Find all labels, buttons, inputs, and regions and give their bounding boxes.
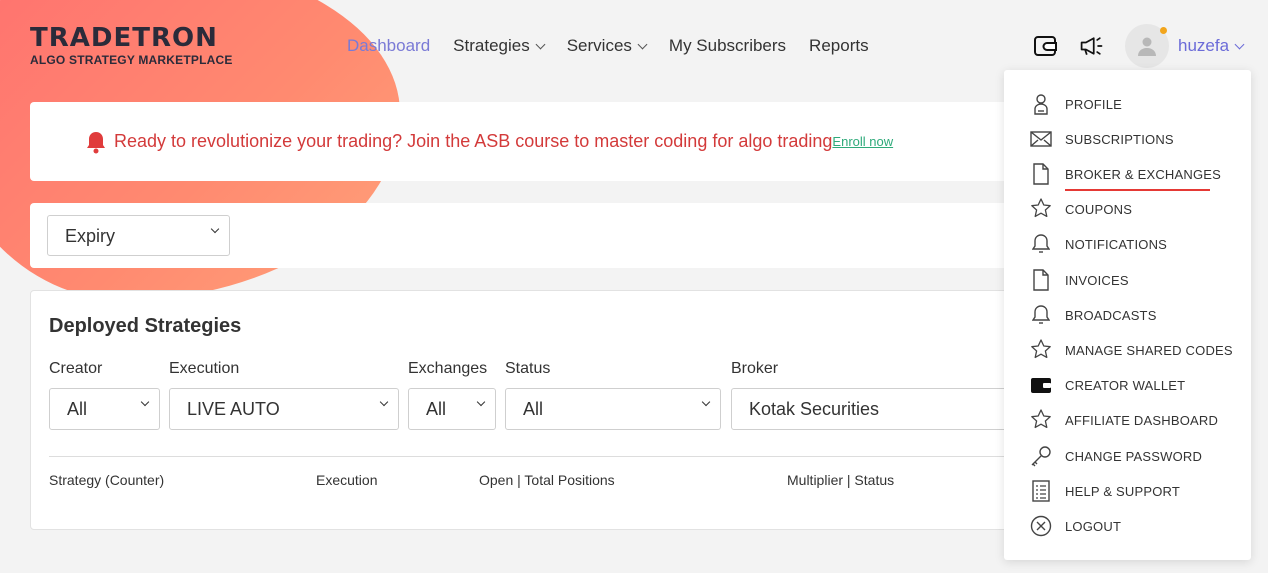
- close-circle-icon: [1030, 515, 1052, 537]
- bell-icon: [1030, 304, 1052, 326]
- execution-select-control[interactable]: LIVE AUTO: [169, 388, 399, 430]
- menu-item-label: SUBSCRIPTIONS: [1065, 131, 1174, 147]
- column-header-multiplier-status: Multiplier | Status: [787, 472, 895, 488]
- avatar[interactable]: [1125, 24, 1169, 68]
- menu-item-label: CHANGE PASSWORD: [1065, 448, 1203, 464]
- tradetron-logo[interactable]: TRADETRON ALGO STRATEGY MARKETPLACE: [30, 24, 233, 67]
- menu-item-invoices[interactable]: INVOICES: [1030, 268, 1129, 292]
- status-select[interactable]: All: [505, 388, 721, 430]
- exchanges-select-control[interactable]: All: [408, 388, 496, 430]
- divider: [49, 456, 1039, 457]
- creator-select-control[interactable]: All: [49, 388, 160, 430]
- wallet-icon: [1030, 374, 1052, 396]
- wallet-icon[interactable]: [1033, 33, 1059, 59]
- nav-dashboard-label: Dashboard: [347, 36, 431, 55]
- creator-select[interactable]: All: [49, 388, 160, 430]
- menu-item-manage-shared-codes[interactable]: MANAGE SHARED CODES: [1030, 338, 1233, 362]
- broker-select[interactable]: Kotak Securities: [731, 388, 1021, 430]
- menu-item-affiliate-dashboard[interactable]: AFFILIATE DASHBOARD: [1030, 408, 1218, 432]
- menu-item-logout[interactable]: LOGOUT: [1030, 514, 1121, 538]
- broker-select-control[interactable]: Kotak Securities: [731, 388, 1021, 430]
- logo-tagline: ALGO STRATEGY MARKETPLACE: [30, 53, 233, 67]
- menu-item-profile[interactable]: PROFILE: [1030, 92, 1122, 116]
- logo-wordmark: TRADETRON: [30, 23, 218, 53]
- key-icon: [1030, 445, 1052, 467]
- expiry-select-control[interactable]: Expiry: [47, 215, 230, 256]
- broker-label: Broker: [731, 360, 779, 377]
- column-header-positions: Open | Total Positions: [479, 472, 615, 488]
- bell-icon: [1030, 233, 1052, 255]
- nav-strategies-label: Strategies: [453, 36, 530, 55]
- execution-label: Execution: [169, 360, 240, 377]
- menu-item-label: MANAGE SHARED CODES: [1065, 342, 1233, 358]
- star-badge-icon: [1030, 198, 1052, 220]
- list-icon: [1030, 480, 1052, 502]
- menu-item-label: COUPONS: [1065, 201, 1133, 217]
- nav-my-subscribers-label: My Subscribers: [668, 36, 787, 55]
- column-header-execution: Execution: [316, 472, 378, 488]
- exchanges-label: Exchanges: [408, 360, 488, 377]
- section-title: Deployed Strategies: [49, 315, 242, 337]
- nav-reports-label: Reports: [809, 36, 869, 55]
- expiry-filter-card: Expiry: [30, 203, 1030, 268]
- nav-strategies[interactable]: Strategies: [453, 36, 546, 56]
- star-badge-icon: [1030, 409, 1052, 431]
- status-select-control[interactable]: All: [505, 388, 721, 430]
- menu-item-label: BROADCASTS: [1065, 307, 1157, 323]
- menu-item-broker-exchanges[interactable]: BROKER & EXCHANGES: [1030, 162, 1221, 186]
- document-icon: [1030, 163, 1052, 185]
- chevron-down-icon: [637, 39, 648, 49]
- envelope-icon: [1030, 128, 1052, 150]
- menu-item-label: HELP & SUPPORT: [1065, 483, 1181, 499]
- bell-icon: [85, 130, 107, 159]
- menu-item-label: NOTIFICATIONS: [1065, 236, 1168, 252]
- deployed-strategies-card: Deployed Strategies Creator Execution Ex…: [30, 290, 1039, 530]
- creator-label: Creator: [49, 360, 103, 377]
- user-dropdown-menu: PROFILE SUBSCRIPTIONS BROKER & EXCHANGES…: [1004, 70, 1251, 560]
- nav-services[interactable]: Services: [566, 36, 648, 56]
- menu-item-subscriptions[interactable]: SUBSCRIPTIONS: [1030, 127, 1174, 151]
- profile-icon: [1030, 93, 1052, 115]
- menu-item-coupons[interactable]: COUPONS: [1030, 197, 1132, 221]
- menu-item-creator-wallet[interactable]: CREATOR WALLET: [1030, 373, 1185, 397]
- enroll-now-link[interactable]: Enroll now: [832, 134, 893, 149]
- header-actions: huzefa: [1033, 24, 1245, 68]
- expiry-select[interactable]: Expiry: [47, 215, 230, 256]
- menu-item-label: LOGOUT: [1065, 518, 1122, 534]
- star-badge-icon: [1030, 339, 1052, 361]
- username-label: huzefa: [1178, 36, 1230, 55]
- promo-banner: Ready to revolutionize your trading? Joi…: [30, 102, 1030, 181]
- nav-dashboard[interactable]: Dashboard: [347, 36, 430, 56]
- nav-services-label: Services: [566, 36, 632, 55]
- document-icon: [1030, 269, 1052, 291]
- menu-item-change-password[interactable]: CHANGE PASSWORD: [1030, 444, 1202, 468]
- chevron-down-icon: [535, 39, 546, 49]
- active-item-underline: [1065, 189, 1210, 191]
- user-menu-toggle[interactable]: huzefa: [1178, 36, 1245, 56]
- menu-item-label: INVOICES: [1065, 272, 1129, 288]
- user-silhouette-icon: [1138, 37, 1156, 56]
- exchanges-select[interactable]: All: [408, 388, 496, 430]
- nav-reports[interactable]: Reports: [809, 36, 869, 56]
- execution-select[interactable]: LIVE AUTO: [169, 388, 399, 430]
- main-nav: Dashboard Strategies Services My Subscri…: [347, 36, 892, 56]
- menu-item-label: PROFILE: [1065, 96, 1123, 112]
- menu-item-label: BROKER & EXCHANGES: [1065, 166, 1222, 182]
- menu-item-notifications[interactable]: NOTIFICATIONS: [1030, 232, 1167, 256]
- menu-item-help-support[interactable]: HELP & SUPPORT: [1030, 479, 1180, 503]
- menu-item-label: CREATOR WALLET: [1065, 377, 1186, 393]
- menu-item-label: AFFILIATE DASHBOARD: [1065, 412, 1219, 428]
- status-label: Status: [505, 360, 551, 377]
- status-dot: [1160, 27, 1167, 34]
- megaphone-icon[interactable]: [1079, 33, 1105, 59]
- chevron-down-icon: [1234, 39, 1245, 49]
- column-header-strategy: Strategy (Counter): [49, 472, 165, 488]
- nav-my-subscribers[interactable]: My Subscribers: [669, 36, 786, 56]
- banner-text: Ready to revolutionize your trading? Joi…: [114, 131, 833, 151]
- menu-item-broadcasts[interactable]: BROADCASTS: [1030, 303, 1157, 327]
